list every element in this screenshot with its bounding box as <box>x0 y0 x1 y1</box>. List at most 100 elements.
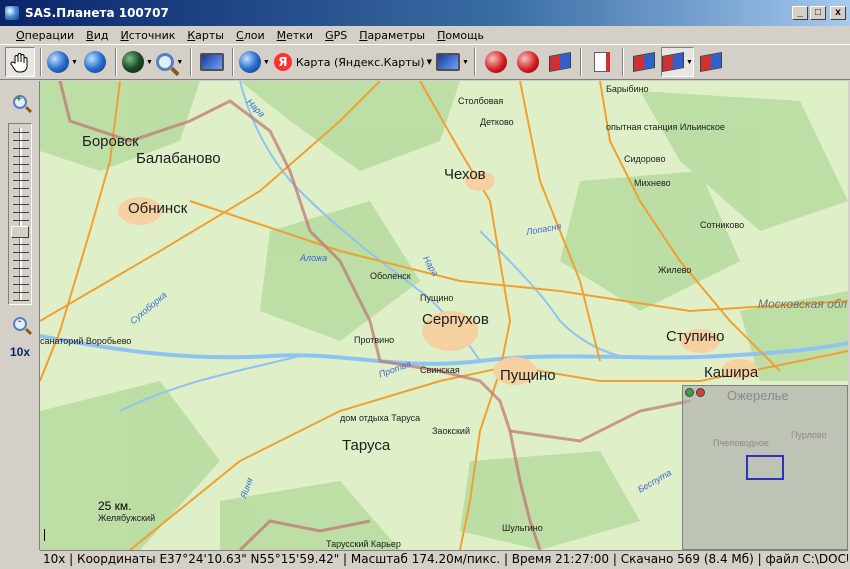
mark-point-icon <box>484 51 507 73</box>
minimap-label: Пчеловодное <box>713 438 769 448</box>
toolbar-separator <box>189 48 192 76</box>
satellite-icon <box>47 51 69 73</box>
place-label: Столбовая <box>458 96 504 106</box>
minimap-zoom-in-icon[interactable] <box>685 388 694 397</box>
yandex-icon: Я <box>273 53 292 71</box>
mark-polygon-icon <box>548 52 571 72</box>
zoom-tick <box>13 188 29 189</box>
place-label: Чехов <box>444 166 486 183</box>
place-label: Тарусский Карьер <box>326 539 401 549</box>
place-label: Оболенск <box>370 271 411 281</box>
route-button[interactable] <box>629 47 659 77</box>
menu-marks[interactable]: Метки <box>271 29 319 42</box>
zoom-level-label: 10x <box>9 345 31 359</box>
hand-icon <box>10 53 28 73</box>
zoom-tick <box>13 276 29 277</box>
minimap[interactable]: Ожерелье Пчеловодное Пурлово <box>682 385 848 550</box>
minimap-zoom-out-icon[interactable] <box>696 388 705 397</box>
ruler-icon <box>661 52 684 72</box>
zoom-slider-thumb[interactable] <box>11 226 29 238</box>
place-label: Желябужский <box>98 513 156 523</box>
delete-route-icon <box>699 52 722 72</box>
dropdown-arrow-icon: ▼ <box>71 58 78 66</box>
minimize-button[interactable]: _ <box>792 6 808 20</box>
online-button[interactable] <box>80 47 110 77</box>
zoom-tick <box>13 268 29 269</box>
zoom-in-button[interactable]: + <box>13 94 27 109</box>
menu-layers[interactable]: Слои <box>230 29 271 42</box>
region-label: Московская обл <box>758 297 848 311</box>
zoom-out-button[interactable]: - <box>13 316 27 331</box>
zoom-tick <box>13 212 29 213</box>
delete-route-button[interactable] <box>696 47 726 77</box>
minimap-label: Ожерелье <box>727 388 789 403</box>
toolbar-separator <box>114 48 117 76</box>
zoom-tick <box>13 204 29 205</box>
zoom-tick <box>13 244 29 245</box>
place-label: Таруса <box>342 437 391 454</box>
place-label: Пущино <box>500 367 556 384</box>
zoom-slider-track <box>19 128 22 300</box>
pan-hand-button[interactable] <box>5 47 35 77</box>
minimap-controls <box>685 388 705 397</box>
minimap-viewport[interactable] <box>746 455 784 480</box>
marks-manager-button[interactable] <box>587 47 617 77</box>
gps-button[interactable]: ▼ <box>47 47 78 77</box>
layers-button[interactable]: ▼ <box>121 47 153 77</box>
dropdown-arrow-icon: ▼ <box>145 58 153 66</box>
place-label: Протвино <box>354 335 395 345</box>
zoom-tick <box>13 156 29 157</box>
zoom-tick <box>13 172 29 173</box>
map-source-select[interactable]: Я Карта (Яндекс.Карты) ▼ <box>272 47 434 77</box>
fullscreen-button[interactable] <box>197 47 227 77</box>
map-window-icon <box>436 53 460 71</box>
place-label: Ступино <box>666 328 725 345</box>
map-type-button[interactable]: ▼ <box>238 47 270 77</box>
zoom-tick <box>13 164 29 165</box>
ruler-button[interactable]: ▼ <box>660 47 694 77</box>
menu-gps[interactable]: GPS <box>319 29 353 42</box>
river-label: Аложа <box>300 253 328 263</box>
earth-icon <box>121 51 144 73</box>
zoom-tick <box>13 260 29 261</box>
place-label: Сотниково <box>700 220 745 230</box>
zoom-in-icon: + <box>16 94 22 105</box>
zoom-tick <box>13 180 29 181</box>
app-icon <box>4 5 20 21</box>
dropdown-arrow-icon: ▼ <box>426 58 432 66</box>
menu-view[interactable]: Вид <box>80 29 114 42</box>
maximize-button[interactable]: □ <box>810 6 826 20</box>
toolbar-separator <box>231 48 234 76</box>
close-button[interactable]: x <box>830 6 846 20</box>
dropdown-arrow-icon: ▼ <box>262 58 270 66</box>
document-icon <box>593 52 610 72</box>
scale-label: 25 км. <box>98 499 132 513</box>
dropdown-arrow-icon: ▼ <box>685 58 693 66</box>
menu-maps[interactable]: Карты <box>181 29 230 42</box>
add-path-button[interactable] <box>513 47 543 77</box>
status-bar: 10x | Координаты E37°24'10.63" N55°15'59… <box>40 550 848 567</box>
search-button[interactable]: ▼ <box>155 47 185 77</box>
map-view[interactable]: Боровск Балабаново Обнинск Чехов Серпухов Пущ… <box>40 81 848 550</box>
monitor-icon <box>199 53 224 71</box>
menu-settings[interactable]: Параметры <box>353 29 431 42</box>
place-label: санаторий Воробьево <box>40 336 132 346</box>
place-label: Сидорово <box>624 154 666 164</box>
zoom-tick <box>13 284 29 285</box>
toolbar-separator <box>621 48 624 76</box>
menu-operations[interactable]: Операции <box>10 29 80 42</box>
zoom-slider[interactable] <box>8 123 32 305</box>
globe-online-icon <box>83 51 106 73</box>
zoom-tick <box>13 148 29 149</box>
menu-help[interactable]: Помощь <box>431 29 490 42</box>
zoom-tick <box>13 132 29 133</box>
toolbar-separator <box>579 48 582 76</box>
place-label: опытная станция Ильинское <box>606 122 725 132</box>
zoom-tick <box>13 220 29 221</box>
zoom-tick <box>13 292 29 293</box>
menu-source[interactable]: Источник <box>114 29 181 42</box>
add-mark-button[interactable] <box>481 47 511 77</box>
place-label: Балабаново <box>136 150 221 167</box>
add-polygon-button[interactable] <box>545 47 575 77</box>
map-overlay-button[interactable]: ▼ <box>436 47 469 77</box>
